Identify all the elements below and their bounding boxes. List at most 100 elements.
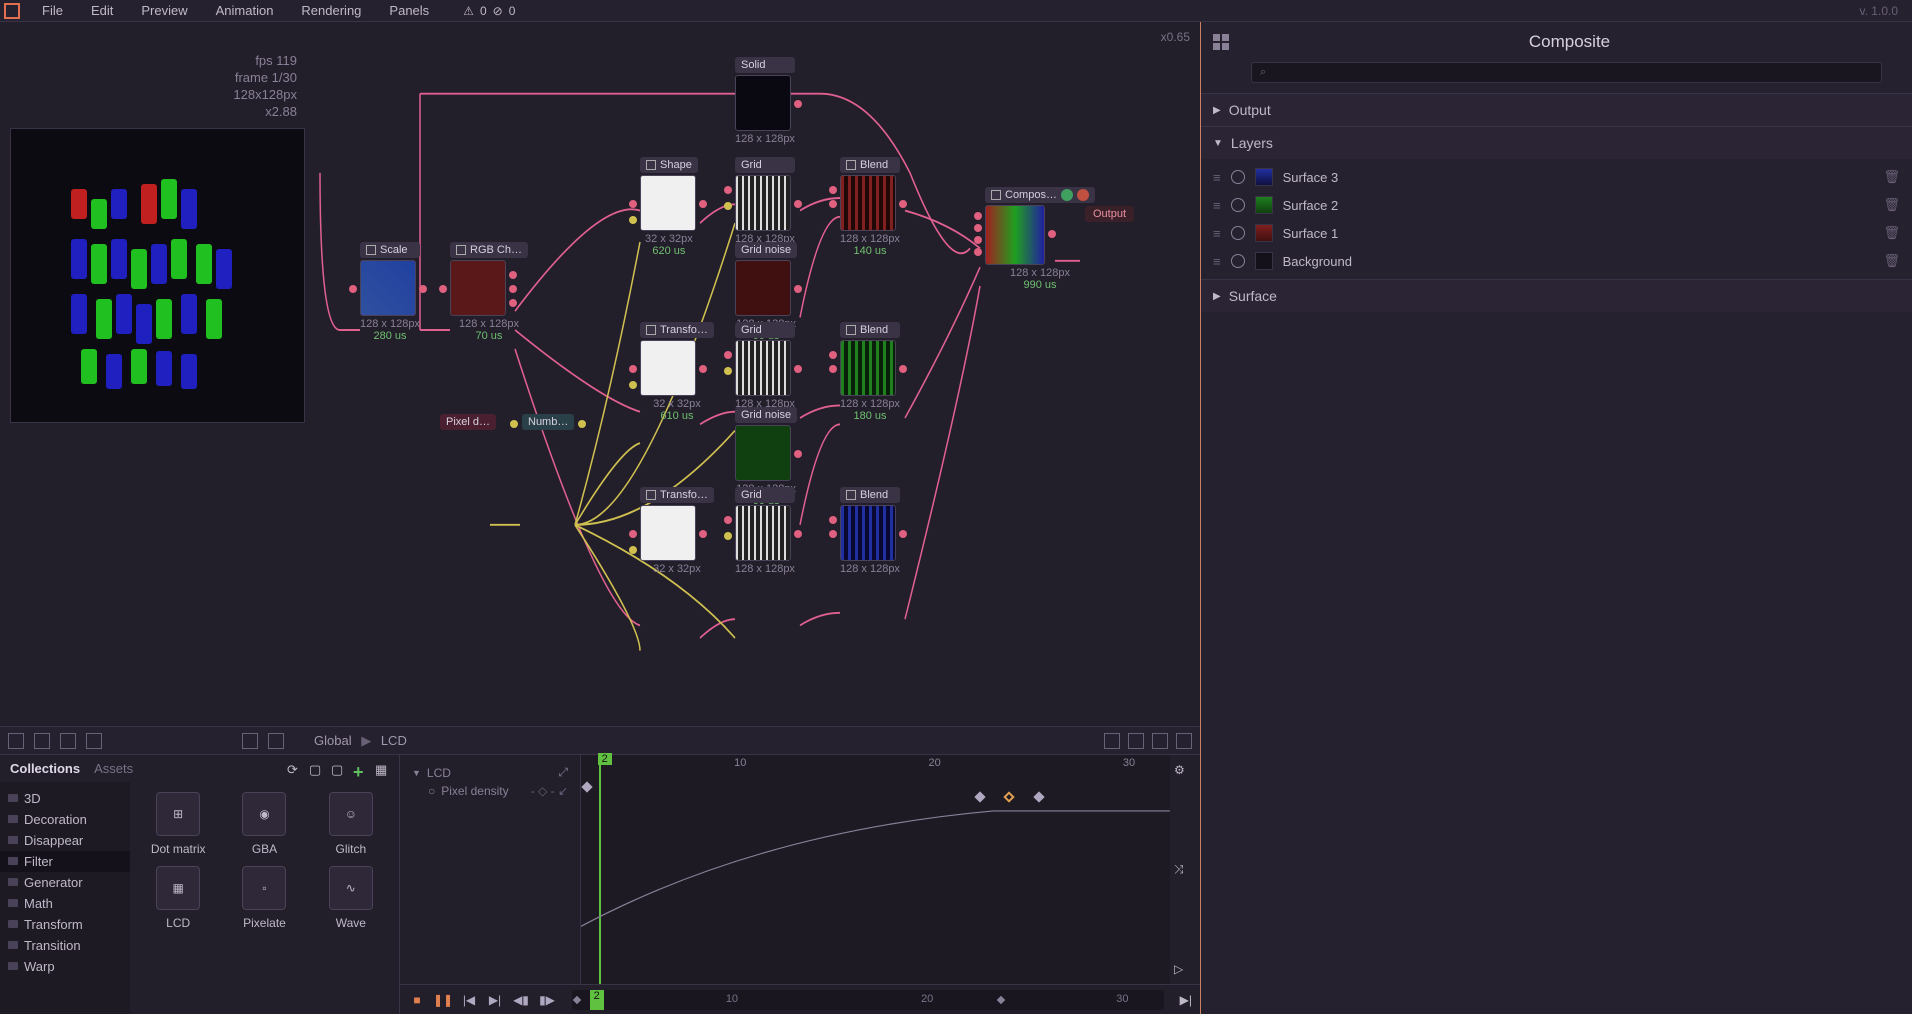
pause-button[interactable]: ❚❚ [434, 991, 452, 1009]
breadcrumb[interactable]: Global ▶ LCD [314, 733, 407, 749]
tool-icon[interactable] [268, 733, 284, 749]
node-scale[interactable]: Scale 128 x 128px 280 us [360, 242, 420, 342]
panel-grid-icon[interactable] [1213, 34, 1229, 50]
timeline-end-icon[interactable]: ▶| [1180, 993, 1192, 1007]
timeline-graph[interactable]: 10 20 30 2 [580, 755, 1170, 984]
track-pixel-density[interactable]: ○Pixel density- ◇ - ↙ [408, 782, 572, 800]
timeline-shuffle-icon[interactable]: ⤨ [1174, 862, 1196, 877]
step-back-button[interactable]: |◀ [460, 991, 478, 1009]
delete-icon[interactable]: 🗑 [1883, 225, 1900, 241]
tree-item-decoration[interactable]: Decoration [0, 809, 130, 830]
asset-dot-matrix[interactable]: ⊞Dot matrix [140, 792, 216, 856]
layer-row[interactable]: ≡ Surface 3 🗑 [1201, 163, 1912, 191]
tree-item-3d[interactable]: 3D [0, 788, 130, 809]
tool-icon[interactable] [34, 733, 50, 749]
warning-icon: ⚠ [463, 4, 474, 18]
timeline-mini-ruler[interactable]: 2 10 20 30 [572, 990, 1164, 1010]
menu-edit[interactable]: Edit [77, 1, 127, 20]
menu-preview[interactable]: Preview [127, 1, 201, 20]
layer-row[interactable]: ≡ Background 🗑 [1201, 247, 1912, 275]
node-grid-3[interactable]: Grid 128 x 128px [735, 487, 795, 575]
timeline-settings-icon[interactable]: ⚙ [1174, 763, 1196, 777]
asset-gba[interactable]: ◉GBA [226, 792, 302, 856]
next-key-button[interactable]: ▮▶ [538, 991, 556, 1009]
canvas-grid-icon[interactable] [1104, 733, 1120, 749]
node-output-tag[interactable]: Output [1085, 206, 1134, 222]
tree-item-generator[interactable]: Generator [0, 872, 130, 893]
node-rgb-channel[interactable]: RGB Ch… 128 x 128px 70 us [450, 242, 528, 342]
node-number[interactable]: Numb… [522, 414, 574, 430]
preview-image[interactable] [10, 128, 305, 423]
folder-icon[interactable]: ▢ [309, 762, 323, 776]
tool-icon[interactable] [60, 733, 76, 749]
node-transform-1[interactable]: Transfo… 32 x 32px 610 us [640, 322, 714, 422]
timeline-transport: ■ ❚❚ |◀ ▶| ◀▮ ▮▶ 2 10 20 30 ▶| [400, 984, 1200, 1014]
stop-button[interactable]: ■ [408, 991, 426, 1009]
tab-collections[interactable]: Collections [10, 761, 80, 776]
layer-row[interactable]: ≡ Surface 1 🗑 [1201, 219, 1912, 247]
visibility-icon[interactable] [1231, 170, 1245, 184]
mini-keyframe[interactable] [573, 995, 581, 1003]
prev-key-button[interactable]: ◀▮ [512, 991, 530, 1009]
asset-glitch[interactable]: ☺Glitch [313, 792, 389, 856]
tree-item-math[interactable]: Math [0, 893, 130, 914]
node-blend-3[interactable]: Blend 128 x 128px [840, 487, 900, 575]
menu-file[interactable]: File [28, 1, 77, 20]
delete-icon[interactable]: 🗑 [1883, 169, 1900, 185]
node-grid-1[interactable]: Grid 128 x 128px [735, 157, 795, 245]
delete-icon[interactable]: 🗑 [1883, 253, 1900, 269]
node-transform-2[interactable]: Transfo… 32 x 32px [640, 487, 714, 575]
section-surface-header[interactable]: ▶ Surface [1201, 280, 1912, 312]
tool-icon[interactable] [242, 733, 258, 749]
new-folder-icon[interactable]: ▢ [331, 762, 345, 776]
refresh-icon[interactable]: ⟳ [287, 762, 301, 776]
visibility-icon[interactable] [1231, 198, 1245, 212]
canvas-snap-icon[interactable] [1176, 733, 1192, 749]
node-solid[interactable]: Solid 128 x 128px [735, 57, 795, 145]
timeline-ruler[interactable]: 10 20 30 [581, 755, 1170, 773]
track-lcd[interactable]: ▼LCD⤢ [408, 763, 572, 782]
drag-handle-icon[interactable]: ≡ [1213, 226, 1221, 241]
menu-panels[interactable]: Panels [375, 1, 443, 20]
canvas-frame-icon[interactable] [1152, 733, 1168, 749]
asset-lcd[interactable]: ▦LCD [140, 866, 216, 930]
menu-animation[interactable]: Animation [202, 1, 288, 20]
canvas-curve-icon[interactable] [1128, 733, 1144, 749]
tree-item-filter[interactable]: Filter [0, 851, 130, 872]
timeline-play-icon[interactable]: ▷ [1174, 962, 1196, 976]
delete-icon[interactable]: 🗑 [1883, 197, 1900, 213]
tool-icon[interactable] [86, 733, 102, 749]
node-blend-2[interactable]: Blend 128 x 128px 180 us [840, 322, 900, 422]
drag-handle-icon[interactable]: ≡ [1213, 254, 1221, 269]
tab-assets[interactable]: Assets [94, 761, 133, 776]
asset-wave[interactable]: ∿Wave [313, 866, 389, 930]
node-pixel-density[interactable]: Pixel d… [440, 414, 496, 430]
visibility-icon[interactable] [1231, 254, 1245, 268]
visibility-icon[interactable] [1231, 226, 1245, 240]
tree-item-transform[interactable]: Transform [0, 914, 130, 935]
tree-item-warp[interactable]: Warp [0, 956, 130, 977]
section-layers-header[interactable]: ▼ Layers [1201, 127, 1912, 159]
inspector-panel: Composite ⌕ ▶ Output ▼ Layers ≡ Surface … [1200, 22, 1912, 1014]
tool-icon[interactable] [8, 733, 24, 749]
node-blend-1[interactable]: Blend 128 x 128px 140 us [840, 157, 900, 257]
menu-rendering[interactable]: Rendering [287, 1, 375, 20]
section-output-header[interactable]: ▶ Output [1201, 94, 1912, 126]
inspector-search-input[interactable]: ⌕ [1251, 62, 1882, 83]
layer-row[interactable]: ≡ Surface 2 🗑 [1201, 191, 1912, 219]
mini-keyframe[interactable] [997, 995, 1005, 1003]
node-shape[interactable]: Shape 32 x 32px 620 us [640, 157, 698, 257]
grid-view-icon[interactable]: ▦ [375, 762, 389, 776]
step-fwd-button[interactable]: ▶| [486, 991, 504, 1009]
expand-icon[interactable]: ⤢ [558, 765, 568, 780]
tree-item-transition[interactable]: Transition [0, 935, 130, 956]
node-type-icon [846, 325, 856, 335]
drag-handle-icon[interactable]: ≡ [1213, 170, 1221, 185]
node-grid-2[interactable]: Grid 128 x 128px [735, 322, 795, 410]
menu-bar: File Edit Preview Animation Rendering Pa… [0, 0, 1912, 22]
asset-pixelate[interactable]: ▫Pixelate [226, 866, 302, 930]
tree-item-disappear[interactable]: Disappear [0, 830, 130, 851]
node-composite[interactable]: Compos… 128 x 128px 990 us [985, 187, 1095, 291]
add-icon[interactable]: + [353, 762, 367, 776]
drag-handle-icon[interactable]: ≡ [1213, 198, 1221, 213]
